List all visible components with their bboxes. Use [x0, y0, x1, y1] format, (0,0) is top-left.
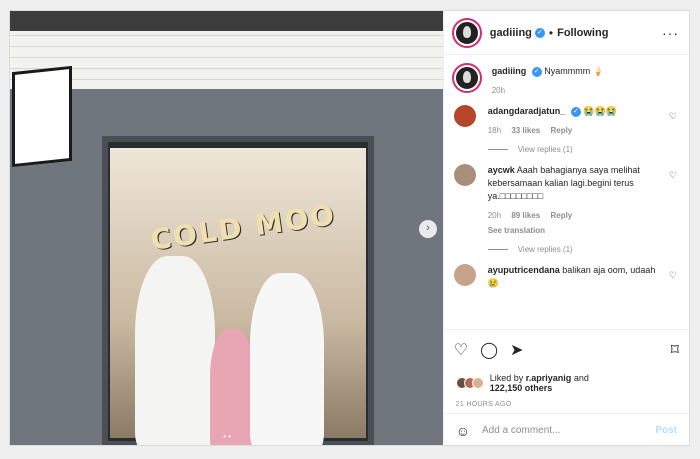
view-replies-button[interactable]: View replies (1) [488, 245, 679, 254]
roof [10, 11, 443, 31]
person-man [135, 256, 215, 445]
liker-avatars [455, 377, 484, 389]
liked-by-and: and [573, 373, 589, 383]
separator-dot: • [548, 25, 554, 40]
comment-avatar[interactable] [453, 264, 476, 286]
verified-icon: ✓ [531, 67, 542, 77]
emoji-icon[interactable]: ☺ [456, 423, 470, 439]
heart-icon[interactable]: ♡ [669, 270, 677, 281]
comment-username[interactable]: ayuputricendana [488, 265, 560, 275]
reply-button[interactable]: Reply [550, 211, 572, 220]
comment-likes[interactable]: 89 likes [511, 211, 540, 220]
comment-username[interactable]: aycwk [488, 165, 515, 175]
heart-icon[interactable]: ♡ [669, 170, 677, 181]
verified-icon: ✓ [534, 27, 545, 38]
comment-avatar[interactable] [453, 105, 476, 127]
author-avatar[interactable] [453, 19, 480, 46]
comment-time: 20h [487, 211, 502, 220]
reply-button[interactable]: Reply [550, 126, 572, 135]
comment-row: aycwk Aaah bahagianya saya melihat keber… [453, 164, 679, 237]
comment-row: adangdaradjatun_ ✓ 😭😭😭 18h 33 likes Repl… [453, 105, 679, 137]
post-comment-button[interactable]: Post [655, 425, 677, 436]
post-timestamp: 21 HOURS AGO [455, 401, 512, 408]
comment-meta: 18h 33 likes Reply [488, 124, 660, 137]
comment-likes[interactable]: 33 likes [511, 126, 540, 135]
comment-username[interactable]: adangdaradjatun_ [488, 106, 566, 116]
comment-meta: 20h 89 likes Reply See translation [488, 209, 660, 237]
bookmark-icon[interactable]: ⌑ [671, 340, 679, 360]
comment-row: ayuputricendana balikan aja oom, udaah 😢… [453, 264, 679, 290]
view-replies-button[interactable]: View replies (1) [488, 145, 679, 154]
liker-username[interactable]: r.apriyanig [526, 373, 572, 383]
comment-time: 18h [487, 126, 502, 135]
likes-summary: Liked by r.apriyanig and 122,150 others [444, 369, 689, 397]
next-photo-button[interactable]: › [419, 220, 437, 238]
share-plane-icon[interactable]: ➤ [510, 340, 523, 360]
comment-text: aycwk Aaah bahagianya saya melihat keber… [488, 164, 660, 237]
comment-input[interactable]: Add a comment... [482, 425, 560, 436]
add-comment-bar: ☺ Add a comment... Post [443, 413, 689, 445]
like-heart-icon[interactable]: ♡ [454, 340, 468, 360]
likes-count[interactable]: 122,150 others [490, 383, 553, 393]
caption-username[interactable]: gadiiing [492, 66, 527, 76]
carousel-dots: • • [223, 432, 231, 441]
verified-icon: ✓ [570, 107, 581, 117]
caption-avatar[interactable] [453, 65, 480, 91]
heart-icon[interactable]: ♡ [669, 111, 677, 122]
following-button[interactable]: Following [557, 27, 608, 39]
comment-text: adangdaradjatun_ ✓ 😭😭😭 18h 33 likes Repl… [488, 105, 660, 137]
comment-text: ayuputricendana balikan aja oom, udaah 😢 [488, 264, 660, 290]
post-header: gadiiing ✓ • Following ··· [443, 11, 689, 55]
post-sidebar: gadiiing ✓ • Following ··· gadiiing ✓ Ny… [442, 11, 689, 445]
comments-list: gadiiing ✓ Nyammmm 🍦 20h adangdaradjatun… [444, 55, 689, 329]
author-username[interactable]: gadiiing [490, 27, 532, 39]
caption-text: gadiiing ✓ Nyammmm 🍦 20h [492, 65, 664, 97]
more-options-icon[interactable]: ··· [662, 25, 679, 41]
comment-body: 😭😭😭 [583, 106, 617, 116]
caption-time: 20h [491, 86, 506, 95]
post-card: COLD MOO › • • gadiiing ✓ • Following ··… [9, 10, 690, 446]
caption-row: gadiiing ✓ Nyammmm 🍦 20h [453, 65, 679, 97]
caption-body: Nyammmm 🍦 [544, 66, 604, 76]
comment-bubble-icon[interactable]: ◯ [480, 340, 498, 360]
comment-avatar[interactable] [453, 164, 476, 186]
liked-by-prefix: Liked by [489, 373, 524, 383]
shop-sign [12, 65, 72, 168]
person-woman [250, 273, 324, 445]
person-child [210, 329, 254, 445]
see-translation-button[interactable]: See translation [488, 226, 545, 235]
post-photo[interactable]: COLD MOO › • • [10, 11, 443, 445]
caption-meta: 20h [492, 84, 664, 97]
action-bar: ♡ ◯ ➤ ⌑ [443, 329, 689, 369]
